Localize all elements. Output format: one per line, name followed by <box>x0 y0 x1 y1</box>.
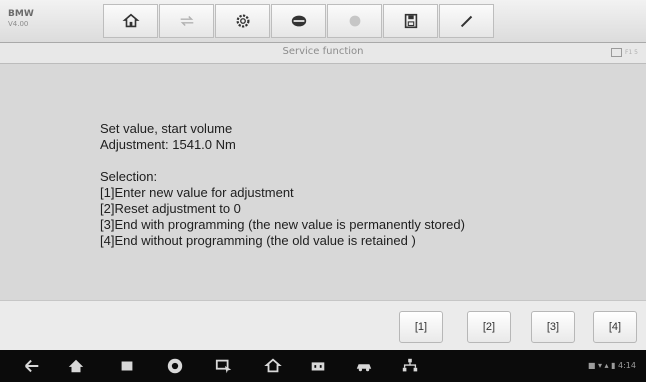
content-area: Set value, start volume Adjustment: 1541… <box>0 64 646 300</box>
corner-label: F1 5 <box>625 49 638 56</box>
option-line: [2]Reset adjustment to 0 <box>100 201 241 216</box>
maxi-home-button[interactable] <box>263 356 283 376</box>
car-button[interactable] <box>354 356 374 376</box>
network-icon <box>402 358 418 372</box>
home-button[interactable] <box>103 4 158 38</box>
dealer-button[interactable] <box>271 4 326 38</box>
vehicle-swap-button[interactable] <box>159 4 214 38</box>
info-icon <box>611 48 622 57</box>
screenshot-button[interactable] <box>214 356 234 376</box>
save-button[interactable] <box>383 4 438 38</box>
status-area: ■ ▾ ▴ ▮ 4:14 <box>587 361 636 370</box>
vehicle-swap-icon <box>180 15 193 27</box>
print-button[interactable] <box>327 4 382 38</box>
home-icon <box>122 13 139 28</box>
back-icon <box>24 359 39 373</box>
vehicle-version: V4.00 <box>8 20 29 28</box>
home-nav-button[interactable] <box>66 356 86 376</box>
action-bar: [1] [2] [3] [4] <box>0 300 646 351</box>
home-icon <box>68 359 84 373</box>
message-line: Adjustment: 1541.0 Nm <box>100 137 236 152</box>
option-line: [1]Enter new value for adjustment <box>100 185 294 200</box>
back-button[interactable] <box>22 356 42 376</box>
screenshot-icon <box>215 359 232 374</box>
vci-icon <box>311 362 325 371</box>
chrome-icon <box>167 358 183 374</box>
option-4-button[interactable]: [4] <box>593 311 637 343</box>
dealer-icon <box>291 15 306 27</box>
top-toolbar: BMW V4.00 <box>0 0 646 43</box>
title-corner: F1 5 <box>611 48 638 57</box>
system-navbar: ■ ▾ ▴ ▮ 4:14 <box>0 350 646 382</box>
option-1-button[interactable]: [1] <box>399 311 443 343</box>
pen-icon <box>460 15 472 28</box>
instruction-message: Set value, start volume Adjustment: 1541… <box>100 121 465 249</box>
print-icon <box>349 15 360 27</box>
save-icon <box>404 13 417 29</box>
pen-button[interactable] <box>439 4 494 38</box>
recent-apps-icon <box>121 361 133 371</box>
vehicle-info: BMW V4.00 <box>8 9 78 29</box>
maxi-home-icon <box>264 358 282 373</box>
chrome-button[interactable] <box>165 356 185 376</box>
vehicle-make: BMW <box>8 9 34 19</box>
page-title: Service function <box>282 46 364 57</box>
option-line: [4]End without programming (the old valu… <box>100 233 416 248</box>
message-line: Set value, start volume <box>100 121 233 136</box>
settings-icon <box>236 14 249 28</box>
toolbar-buttons <box>103 4 495 38</box>
network-button[interactable] <box>400 356 420 376</box>
function-titlebar: Service function F1 5 <box>0 43 646 64</box>
option-3-button[interactable]: [3] <box>531 311 575 343</box>
option-2-button[interactable]: [2] <box>467 311 511 343</box>
settings-button[interactable] <box>215 4 270 38</box>
vci-button[interactable] <box>308 356 328 376</box>
car-icon <box>356 364 372 372</box>
option-line: [3]End with programming (the new value i… <box>100 217 465 232</box>
recent-apps-button[interactable] <box>117 356 137 376</box>
selection-heading: Selection: <box>100 169 158 184</box>
